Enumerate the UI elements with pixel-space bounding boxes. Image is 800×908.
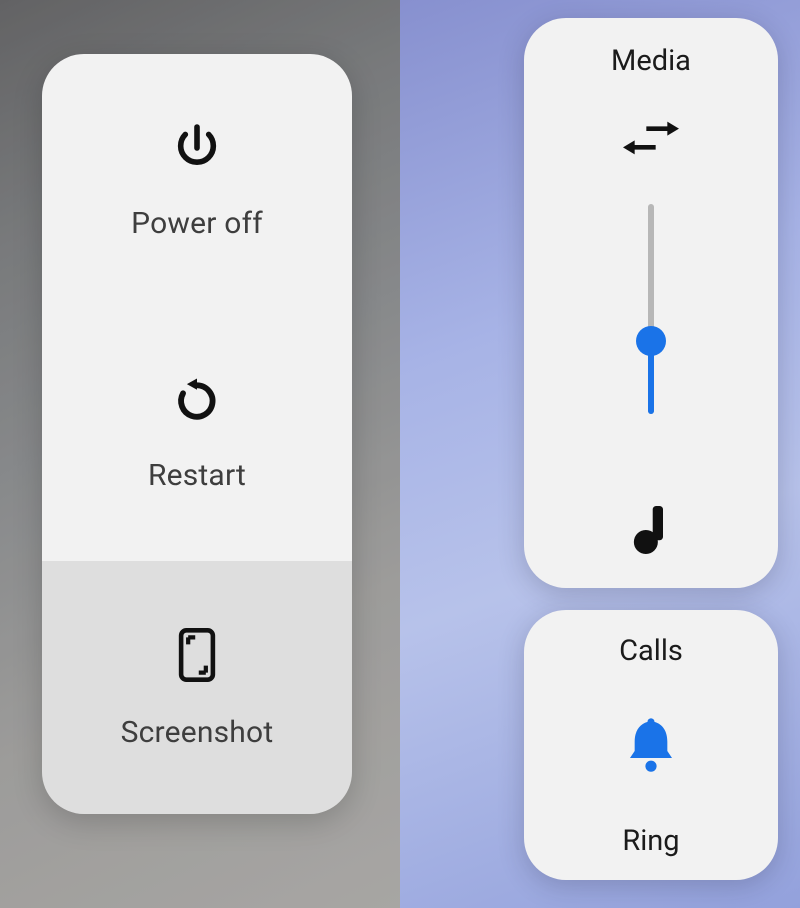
slider-thumb[interactable]: [636, 326, 666, 356]
power-off-button[interactable]: Power off: [42, 54, 352, 307]
restart-icon: [170, 374, 224, 428]
calls-mode-label: Ring: [622, 824, 679, 858]
bell-icon[interactable]: [623, 713, 679, 779]
restart-button[interactable]: Restart: [42, 307, 352, 560]
restart-label: Restart: [148, 458, 246, 493]
media-volume-card: Media: [524, 18, 778, 588]
screenshot-label: Screenshot: [121, 715, 274, 750]
power-icon: [169, 120, 225, 176]
media-title: Media: [611, 44, 691, 78]
power-off-label: Power off: [131, 206, 263, 241]
media-volume-slider[interactable]: [631, 204, 671, 414]
power-menu-panel: Power off Restart Screenshot: [42, 54, 352, 814]
power-menu-backdrop: Power off Restart Screenshot: [0, 0, 400, 908]
media-stream-icon[interactable]: [630, 476, 672, 558]
calls-title: Calls: [619, 634, 683, 668]
screenshot-button[interactable]: Screenshot: [42, 561, 352, 814]
screenshot-icon: [175, 625, 219, 685]
output-switch-icon[interactable]: [623, 116, 679, 164]
volume-backdrop: Media Calls Ring: [400, 0, 800, 908]
calls-volume-card: Calls Ring: [524, 610, 778, 880]
